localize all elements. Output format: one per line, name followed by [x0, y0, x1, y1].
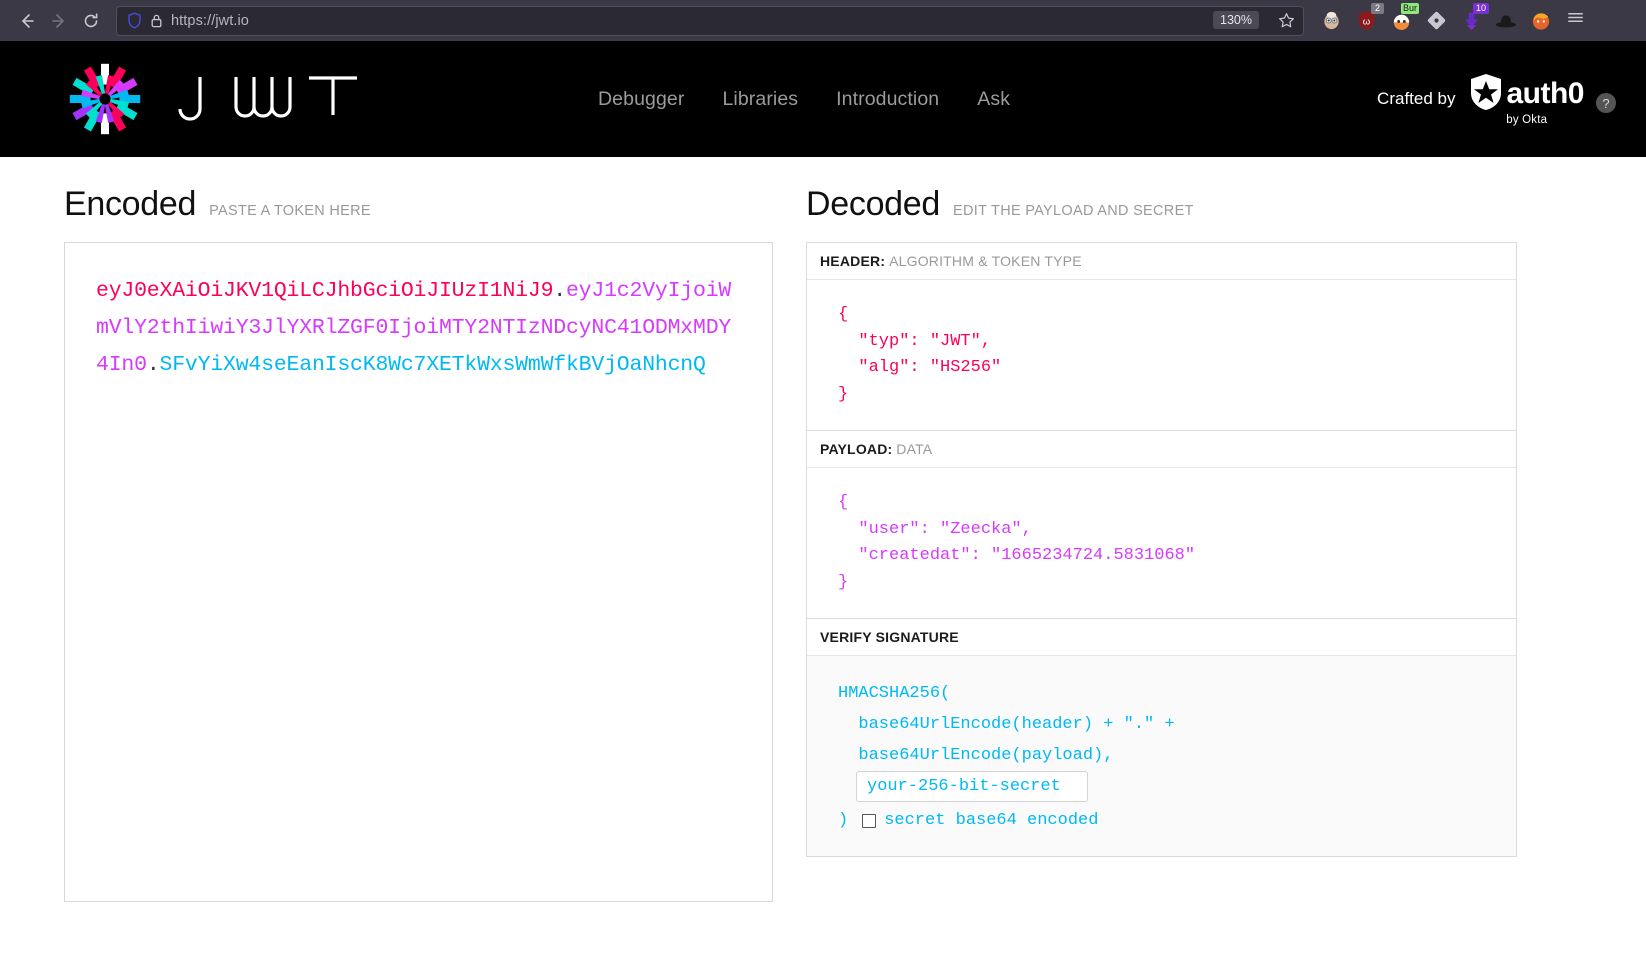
main-content: Encoded PASTE A TOKEN HERE eyJ0eXAiOiJKV…: [0, 157, 1646, 961]
site-navigation: Debugger Libraries Introduction Ask: [598, 41, 1010, 157]
decoded-heading: Decoded EDIT THE PAYLOAD AND SECRET: [806, 185, 1550, 224]
nav-link-introduction[interactable]: Introduction: [836, 88, 939, 111]
signature-body: HMACSHA256( base64UrlEncode(header) + ".…: [807, 656, 1516, 856]
payload-panel-title: PAYLOAD: DATA: [807, 431, 1516, 468]
downthemall-badge-count: 10: [1473, 3, 1489, 14]
burp-badge-label: Bur: [1401, 3, 1419, 14]
ublock-origin-icon[interactable]: ω 2: [1355, 10, 1377, 32]
signature-line-1: HMACSHA256(: [838, 678, 1516, 709]
signature-line-2: base64UrlEncode(header) + "." +: [838, 709, 1516, 740]
url-text[interactable]: https://jwt.io: [171, 13, 249, 29]
payload-json[interactable]: { "user": "Zeecka", "createdat": "166523…: [807, 468, 1516, 618]
downthemall-icon[interactable]: 10: [1460, 10, 1482, 32]
token-header-part: eyJ0eXAiOiJKV1QiLCJhbGciOiJIUzI1NiJ9: [96, 279, 553, 303]
site-header: Debugger Libraries Introduction Ask Craf…: [0, 41, 1646, 157]
decoded-column: Decoded EDIT THE PAYLOAD AND SECRET HEAD…: [760, 157, 1550, 961]
privacy-badger-icon[interactable]: [1320, 10, 1342, 32]
signature-line-3: base64UrlEncode(payload),: [838, 740, 1516, 771]
secret-input[interactable]: [856, 771, 1088, 802]
decoded-subtitle: EDIT THE PAYLOAD AND SECRET: [953, 203, 1194, 219]
firefox-account-icon[interactable]: [1530, 10, 1552, 32]
token-separator-1: .: [553, 279, 566, 303]
encoded-token-text[interactable]: eyJ0eXAiOiJKV1QiLCJhbGciOiJIUzI1NiJ9.eyJ…: [96, 273, 742, 384]
svg-text:ω: ω: [1362, 16, 1370, 27]
back-arrow-icon[interactable]: [12, 6, 42, 36]
signature-close-row: ) secret base64 encoded: [838, 811, 1516, 830]
payload-panel-label: PAYLOAD:: [820, 441, 892, 457]
forward-arrow-icon[interactable]: [44, 6, 74, 36]
auth0-shield-icon: [1469, 73, 1503, 116]
encoded-subtitle: PASTE A TOKEN HERE: [209, 203, 371, 219]
payload-panel-sublabel: DATA: [896, 441, 932, 457]
header-panel-label: HEADER:: [820, 253, 885, 269]
browser-toolbar: https://jwt.io 130% ω 2 Bur 10: [0, 0, 1646, 41]
nav-link-debugger[interactable]: Debugger: [598, 88, 684, 111]
header-json[interactable]: { "typ": "JWT", "alg": "HS256" }: [807, 280, 1516, 430]
address-bar[interactable]: https://jwt.io 130%: [116, 6, 1304, 36]
decoded-title: Decoded: [806, 185, 940, 224]
ublock-badge-count: 2: [1371, 3, 1384, 14]
signature-panel: VERIFY SIGNATURE HMACSHA256( base64UrlEn…: [806, 619, 1517, 857]
hamburger-menu-icon[interactable]: [1566, 8, 1585, 33]
browser-nav-buttons: [8, 6, 106, 36]
payload-panel: PAYLOAD: DATA { "user": "Zeecka", "creat…: [806, 431, 1517, 619]
burp-suite-icon[interactable]: Bur: [1390, 10, 1412, 32]
extension-icons: ω 2 Bur 10: [1320, 10, 1552, 32]
encoded-heading: Encoded PASTE A TOKEN HERE: [64, 185, 760, 224]
encoded-column: Encoded PASTE A TOKEN HERE eyJ0eXAiOiJKV…: [0, 157, 760, 961]
auth0-by-okta-label: by Okta: [1506, 114, 1547, 126]
signature-close-paren: ): [838, 811, 848, 830]
lock-icon[interactable]: [145, 13, 167, 29]
jwt-logo[interactable]: [64, 59, 377, 139]
jwt-wordmark: [172, 75, 377, 123]
help-icon[interactable]: ?: [1596, 93, 1616, 113]
signature-panel-label: VERIFY SIGNATURE: [820, 629, 959, 645]
star-icon[interactable]: [1278, 12, 1295, 34]
header-panel-title: HEADER: ALGORITHM & TOKEN TYPE: [807, 243, 1516, 280]
encoded-token-box[interactable]: eyJ0eXAiOiJKV1QiLCJhbGciOiJIUzI1NiJ9.eyJ…: [64, 242, 773, 902]
header-panel-sublabel: ALGORITHM & TOKEN TYPE: [889, 253, 1082, 269]
header-panel: HEADER: ALGORITHM & TOKEN TYPE { "typ": …: [806, 242, 1517, 431]
jwt-pinwheel-logo-icon: [64, 59, 146, 139]
signature-panel-title: VERIFY SIGNATURE: [807, 619, 1516, 656]
token-separator-2: .: [147, 353, 160, 377]
reload-icon[interactable]: [76, 6, 106, 36]
decoded-panels: HEADER: ALGORITHM & TOKEN TYPE { "typ": …: [806, 242, 1550, 857]
zoom-level-badge[interactable]: 130%: [1213, 11, 1259, 29]
nav-link-ask[interactable]: Ask: [977, 88, 1010, 111]
crafted-by-block: Crafted by auth0 by Okta ?: [1377, 41, 1616, 157]
nav-link-libraries[interactable]: Libraries: [722, 88, 798, 111]
blackhat-icon[interactable]: [1495, 10, 1517, 32]
encoded-title: Encoded: [64, 185, 196, 224]
auth0-wordmark: auth0: [1506, 77, 1584, 111]
base64-encoded-checkbox[interactable]: [862, 814, 876, 828]
auth0-logo[interactable]: auth0 by Okta: [1469, 73, 1584, 126]
token-signature-part: SFvYiXw4seEanIscK8Wc7XETkWxsWmWfkBVjOaNh…: [160, 353, 706, 377]
shield-icon[interactable]: [123, 12, 145, 29]
wappalyzer-icon[interactable]: [1425, 10, 1447, 32]
base64-encoded-label: secret base64 encoded: [884, 811, 1098, 830]
crafted-by-label: Crafted by: [1377, 89, 1455, 109]
